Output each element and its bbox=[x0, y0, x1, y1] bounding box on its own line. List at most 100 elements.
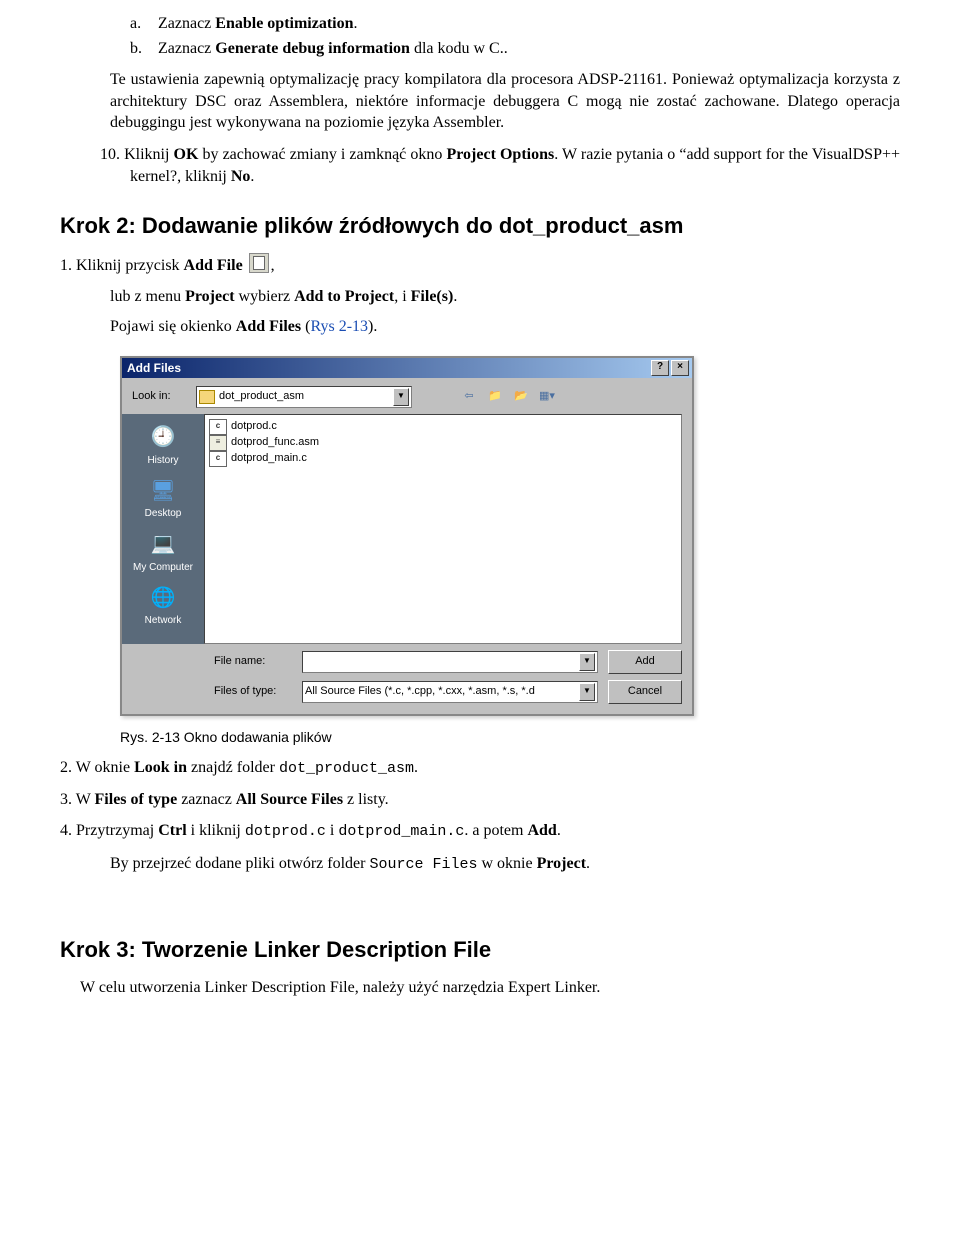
item10-num: 10. bbox=[100, 146, 120, 163]
look-in-combo[interactable]: dot_product_asm ▼ bbox=[196, 386, 412, 408]
item-b-suffix: dla kodu w C.. bbox=[410, 40, 508, 57]
list-item-b: b. Zaznacz Generate debug information dl… bbox=[60, 38, 900, 60]
sub2-b1: Add Files bbox=[236, 318, 301, 335]
step4-m1: dotprod.c bbox=[245, 823, 326, 840]
step1-sub2: Pojawi się okienko Add Files (Rys 2-13). bbox=[110, 316, 900, 338]
step4-p1: Przytrzymaj bbox=[72, 822, 158, 839]
step4sub-b1: Project bbox=[537, 855, 586, 872]
sub1-p3: , i bbox=[394, 288, 410, 305]
file-item[interactable]: c dotprod.c bbox=[209, 419, 677, 435]
step-2: 2. W oknie Look in znajdź folder dot_pro… bbox=[60, 757, 900, 779]
sub1-b1: Project bbox=[185, 288, 234, 305]
place-mycomputer[interactable]: 💻 My Computer bbox=[127, 527, 199, 579]
chevron-down-icon[interactable]: ▼ bbox=[579, 653, 595, 671]
sub1-p1: lub z menu bbox=[110, 288, 185, 305]
sub1-b3: File(s) bbox=[411, 288, 454, 305]
heading-krok2: Krok 2: Dodawanie plików źródłowych do d… bbox=[60, 211, 900, 241]
step3-b1: Files of type bbox=[95, 791, 178, 808]
step4-p3: i bbox=[326, 822, 338, 839]
add-files-dialog-screenshot: Add Files ? × Look in: dot_product_asm ▼… bbox=[120, 356, 694, 716]
step4-m2: dotprod_main.c bbox=[338, 823, 464, 840]
item10-b2: Project Options bbox=[446, 146, 554, 163]
place-history-label: History bbox=[147, 454, 178, 468]
item-b-bold: Generate debug information bbox=[215, 40, 410, 57]
step2-p1: W oknie bbox=[72, 759, 134, 776]
step4-p2: i kliknij bbox=[187, 822, 245, 839]
step1-p1: Kliknij przycisk bbox=[72, 257, 184, 274]
places-bar: 🕘 History 🖥 Desktop 💻 My Computer 🌐 Netw… bbox=[122, 414, 204, 644]
up-folder-icon[interactable]: 📁 bbox=[486, 388, 504, 406]
step4-b1: Ctrl bbox=[158, 822, 186, 839]
views-icon[interactable]: ▦▾ bbox=[538, 388, 556, 406]
chevron-down-icon[interactable]: ▼ bbox=[579, 683, 595, 701]
step4sub-p1: By przejrzeć dodane pliki otwórz folder bbox=[110, 855, 369, 872]
item-b-num: b. bbox=[130, 38, 154, 60]
step-1: 1. Kliknij przycisk Add File , bbox=[60, 253, 900, 277]
step3-p2: zaznacz bbox=[177, 791, 236, 808]
item10-p2: by zachować zmiany i zamknąć okno bbox=[198, 146, 446, 163]
cancel-button[interactable]: Cancel bbox=[608, 680, 682, 704]
step4-p5: . bbox=[557, 822, 561, 839]
item-b-prefix: Zaznacz bbox=[158, 40, 215, 57]
sub1-b2: Add to Project bbox=[294, 288, 394, 305]
step4sub-p2: w oknie bbox=[477, 855, 536, 872]
item-10: 10. Kliknij OK by zachować zmiany i zamk… bbox=[90, 144, 900, 187]
krok3-paragraph: W celu utworzenia Linker Description Fil… bbox=[80, 977, 900, 999]
sub1-p4: . bbox=[453, 288, 457, 305]
help-button[interactable]: ? bbox=[651, 360, 669, 376]
step1-num: 1. bbox=[60, 257, 72, 274]
place-network-label: Network bbox=[145, 614, 182, 628]
place-history[interactable]: 🕘 History bbox=[127, 420, 199, 472]
new-folder-icon[interactable]: 📂 bbox=[512, 388, 530, 406]
figure-caption: Rys. 2-13 Okno dodawania plików bbox=[120, 728, 900, 747]
step3-b2: All Source Files bbox=[236, 791, 343, 808]
sub2-link: Rys 2-13 bbox=[310, 318, 368, 335]
item-a-prefix: Zaznacz bbox=[158, 15, 215, 32]
look-in-label: Look in: bbox=[132, 389, 188, 404]
file-item[interactable]: ≡ dotprod_func.asm bbox=[209, 435, 677, 451]
file-name: dotprod_func.asm bbox=[231, 435, 319, 450]
chevron-down-icon[interactable]: ▼ bbox=[393, 388, 409, 406]
filename-label: File name: bbox=[214, 654, 292, 669]
file-name: dotprod.c bbox=[231, 419, 277, 434]
place-network[interactable]: 🌐 Network bbox=[127, 580, 199, 632]
sub2-p3: ). bbox=[368, 318, 377, 335]
sub2-p1: Pojawi się okienko bbox=[110, 318, 236, 335]
file-list[interactable]: c dotprod.c ≡ dotprod_func.asm c dotprod… bbox=[204, 414, 682, 644]
asm-file-icon: ≡ bbox=[209, 435, 227, 451]
file-item[interactable]: c dotprod_main.c bbox=[209, 451, 677, 467]
dialog-title: Add Files bbox=[127, 360, 649, 376]
place-desktop-label: Desktop bbox=[145, 507, 182, 521]
item10-b1: OK bbox=[174, 146, 199, 163]
dialog-titlebar: Add Files ? × bbox=[122, 358, 692, 378]
step4sub-p3: . bbox=[586, 855, 590, 872]
add-file-icon bbox=[249, 253, 269, 273]
paragraph-optimization: Te ustawienia zapewnią optymalizację pra… bbox=[110, 69, 900, 134]
filetype-value: All Source Files (*.c, *.cpp, *.cxx, *.a… bbox=[305, 684, 579, 699]
close-button[interactable]: × bbox=[671, 360, 689, 376]
file-name: dotprod_main.c bbox=[231, 451, 307, 466]
desktop-icon: 🖥 bbox=[147, 477, 179, 505]
step1-b1: Add File bbox=[184, 257, 243, 274]
heading-krok3: Krok 3: Tworzenie Linker Description Fil… bbox=[60, 935, 900, 965]
item-a-suffix: . bbox=[354, 15, 358, 32]
filename-input[interactable]: ▼ bbox=[302, 651, 598, 673]
item-a-bold: Enable optimization bbox=[215, 15, 353, 32]
step1-suffix: , bbox=[271, 257, 275, 274]
place-mycomputer-label: My Computer bbox=[133, 561, 193, 575]
list-item-a: a. Zaznacz Enable optimization. bbox=[60, 13, 900, 35]
step3-num: 3. bbox=[60, 791, 72, 808]
filetype-combo[interactable]: All Source Files (*.c, *.cpp, *.cxx, *.a… bbox=[302, 681, 598, 703]
back-icon[interactable]: ⇦ bbox=[460, 388, 478, 406]
step4-p4: . a potem bbox=[464, 822, 527, 839]
step2-num: 2. bbox=[60, 759, 72, 776]
step1-sub1: lub z menu Project wybierz Add to Projec… bbox=[110, 286, 900, 308]
step4sub-m1: Source Files bbox=[369, 856, 477, 873]
item10-p1: Kliknij bbox=[124, 146, 173, 163]
history-icon: 🕘 bbox=[147, 424, 179, 452]
step-3: 3. W Files of type zaznacz All Source Fi… bbox=[60, 789, 900, 811]
item10-b3: No bbox=[231, 168, 251, 185]
step4-b2: Add bbox=[527, 822, 556, 839]
add-button[interactable]: Add bbox=[608, 650, 682, 674]
place-desktop[interactable]: 🖥 Desktop bbox=[127, 473, 199, 525]
